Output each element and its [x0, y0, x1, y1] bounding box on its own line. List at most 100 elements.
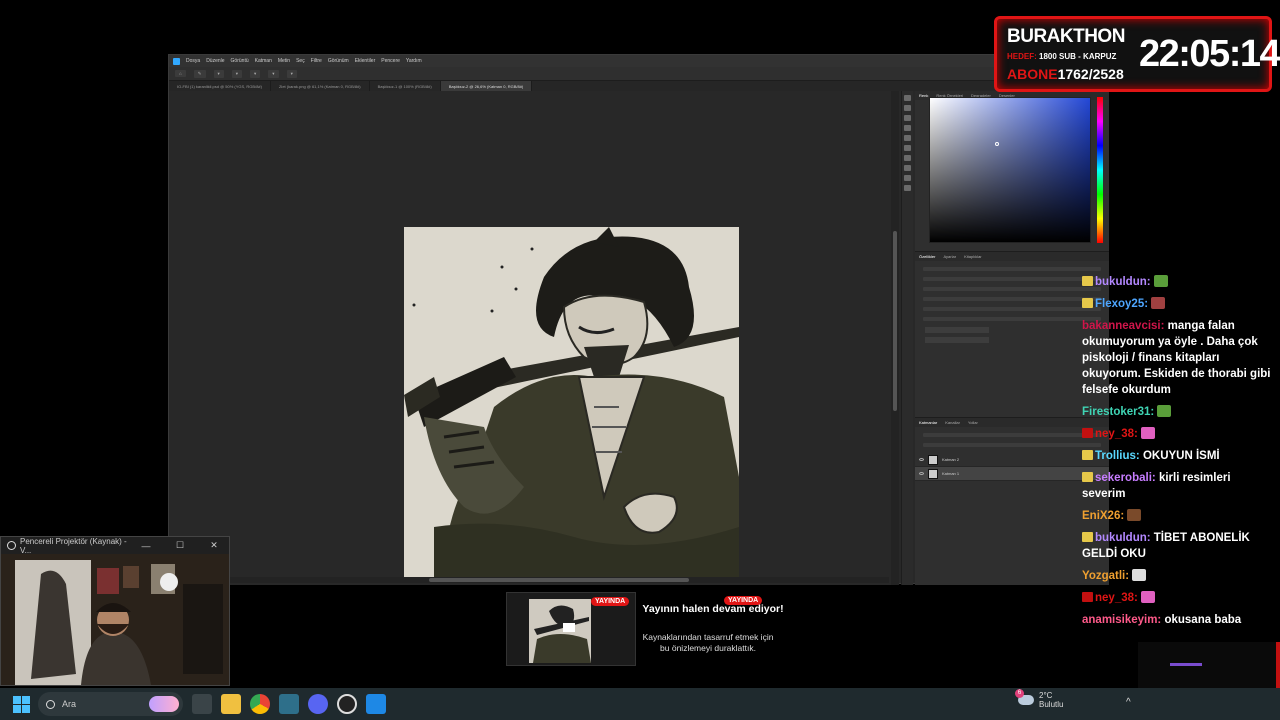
- chat-username[interactable]: Trollius:: [1095, 450, 1140, 462]
- menu-item[interactable]: Metin: [278, 58, 290, 64]
- blend-mode-row[interactable]: [923, 443, 1101, 447]
- chat-username[interactable]: Flexoy25:: [1095, 298, 1148, 310]
- chat-username[interactable]: sekerobali:: [1095, 472, 1156, 484]
- vertical-scrollbar[interactable]: [891, 91, 899, 585]
- file-explorer-icon[interactable]: [221, 694, 241, 714]
- color-picker-cursor[interactable]: [995, 142, 999, 146]
- tool-icon[interactable]: [904, 155, 911, 161]
- properties-panel-tabs: Özellikler Ayarlar Kitaplıklar: [915, 252, 1109, 261]
- chat-username[interactable]: Yozgatli:: [1082, 570, 1129, 582]
- chat-username[interactable]: anamisikeyim:: [1082, 614, 1161, 626]
- option-chip[interactable]: ▾: [231, 69, 243, 78]
- color-picker-field[interactable]: [929, 97, 1091, 243]
- property-row[interactable]: [923, 287, 1101, 291]
- menu-item[interactable]: Düzenle: [206, 58, 224, 64]
- windows-start-icon[interactable]: [13, 695, 30, 713]
- chat-message: sekerobali: kirli resimleri severim: [1082, 470, 1277, 502]
- taskbar-search[interactable]: Ara: [38, 692, 183, 716]
- eye-icon[interactable]: [919, 458, 924, 461]
- menu-item[interactable]: Yardım: [406, 58, 422, 64]
- option-chip[interactable]: ▾: [268, 69, 279, 78]
- panel-tab[interactable]: Renk: [919, 93, 928, 98]
- chat-username[interactable]: bukuldun:: [1095, 276, 1151, 288]
- chat-username[interactable]: ney_38:: [1095, 592, 1138, 604]
- layer-filter-row[interactable]: [923, 433, 1101, 437]
- minimize-button[interactable]: —: [131, 541, 161, 551]
- menu-item[interactable]: Eklentiler: [355, 58, 376, 64]
- stream-chat: bukuldun: Flexoy25: bakanneavcisi: manga f…: [1082, 274, 1277, 634]
- menu-item[interactable]: Dosya: [186, 58, 200, 64]
- menu-item[interactable]: Filtre: [311, 58, 322, 64]
- document-tab[interactable]: Ziet (karak.png @ 61,1% (Katman 0, RGB/8…: [271, 81, 370, 91]
- property-button[interactable]: [925, 327, 989, 333]
- task-view-icon[interactable]: [192, 694, 212, 714]
- chat-emote-icon: [1157, 405, 1172, 417]
- chat-username[interactable]: Firestoker31:: [1082, 406, 1154, 418]
- horizontal-scrollbar[interactable]: [229, 577, 889, 583]
- tool-icon[interactable]: [904, 135, 911, 141]
- layer-row[interactable]: Katman 2: [915, 453, 1109, 467]
- scroll-thumb[interactable]: [429, 578, 689, 582]
- option-chip[interactable]: ▾: [250, 69, 261, 78]
- app-icon[interactable]: [366, 694, 386, 714]
- panel-tab[interactable]: Kitaplıklar: [964, 254, 982, 259]
- menu-item[interactable]: Katman: [255, 58, 272, 64]
- tool-icon[interactable]: [904, 175, 911, 181]
- panel-tab[interactable]: Katmanlar: [919, 420, 937, 425]
- panel-tab[interactable]: Özellikler: [919, 254, 935, 259]
- brush-tool-icon[interactable]: ✎: [193, 69, 206, 78]
- eye-icon[interactable]: [919, 472, 924, 475]
- property-row[interactable]: [923, 307, 1101, 311]
- panel-tab[interactable]: Kanallar: [945, 420, 960, 425]
- hue-slider[interactable]: [1097, 97, 1103, 243]
- timer-goal-label: HEDEF:: [1007, 52, 1037, 61]
- tool-icon[interactable]: [904, 145, 911, 151]
- document-tab[interactable]: IO-FBI (1) karanlikli.psd @ 50% (YGS, RG…: [169, 81, 271, 91]
- discord-icon[interactable]: [308, 694, 328, 714]
- tool-icon[interactable]: [904, 105, 911, 111]
- property-button[interactable]: [925, 337, 989, 343]
- chat-username[interactable]: bakanneavcisi:: [1082, 320, 1164, 332]
- chat-username[interactable]: ney_38:: [1095, 428, 1138, 440]
- menu-item[interactable]: Seç: [296, 58, 305, 64]
- chat-badge-icon: [1082, 276, 1093, 286]
- home-icon[interactable]: ⌂: [175, 70, 186, 77]
- chat-message: bakanneavcisi: manga falan okumuyorum ya…: [1082, 318, 1277, 398]
- stream-timer-overlay: BURAKTHON HEDEF: 1800 SUB - KARPUZ ABONE…: [994, 16, 1280, 92]
- samurai-drawing: [404, 227, 739, 577]
- layer-row-selected[interactable]: Katman 1: [915, 467, 1109, 481]
- chrome-icon[interactable]: [250, 694, 270, 714]
- chat-username[interactable]: bukuldun:: [1095, 532, 1151, 544]
- property-row[interactable]: [923, 277, 1101, 281]
- tool-icon[interactable]: [904, 165, 911, 171]
- tool-icon[interactable]: [904, 125, 911, 131]
- scroll-thumb[interactable]: [893, 231, 897, 411]
- menu-item[interactable]: Görünüm: [328, 58, 349, 64]
- obs-icon[interactable]: [337, 694, 357, 714]
- tool-icon[interactable]: [904, 185, 911, 191]
- property-row[interactable]: [923, 297, 1101, 301]
- panel-tab[interactable]: Ayarlar: [943, 254, 956, 259]
- app-icon[interactable]: [279, 694, 299, 714]
- layer-thumbnail: [928, 454, 938, 465]
- overlay-progress-bar: [1170, 663, 1202, 666]
- document-tab-active[interactable]: Başlıksız-2 @ 26,6% (Katman 0, RGB/8#): [440, 81, 533, 91]
- option-chip[interactable]: ▾: [213, 69, 224, 78]
- menu-item[interactable]: Pencere: [381, 58, 400, 64]
- menu-item[interactable]: Görüntü: [231, 58, 249, 64]
- chat-username[interactable]: EniX26:: [1082, 510, 1124, 522]
- panel-tab[interactable]: Yollar: [968, 420, 978, 425]
- ps-canvas-area[interactable]: [169, 91, 891, 585]
- property-row[interactable]: [923, 317, 1101, 321]
- tool-icon[interactable]: [904, 95, 911, 101]
- option-chip[interactable]: ▾: [286, 69, 297, 78]
- property-row[interactable]: [923, 267, 1101, 271]
- chat-message: anamisikeyim: okusana baba: [1082, 612, 1277, 628]
- artwork-canvas[interactable]: [404, 227, 739, 577]
- close-button[interactable]: ✕: [199, 540, 229, 551]
- tool-icon[interactable]: [904, 115, 911, 121]
- document-tab[interactable]: Başlıksız-1 @ 100% (RGB/8#): [370, 81, 441, 91]
- maximize-button[interactable]: ☐: [165, 540, 195, 551]
- tray-overflow-icon[interactable]: ^: [1126, 697, 1131, 708]
- weather-widget[interactable]: 6 2°C Bulutlu: [1015, 689, 1063, 709]
